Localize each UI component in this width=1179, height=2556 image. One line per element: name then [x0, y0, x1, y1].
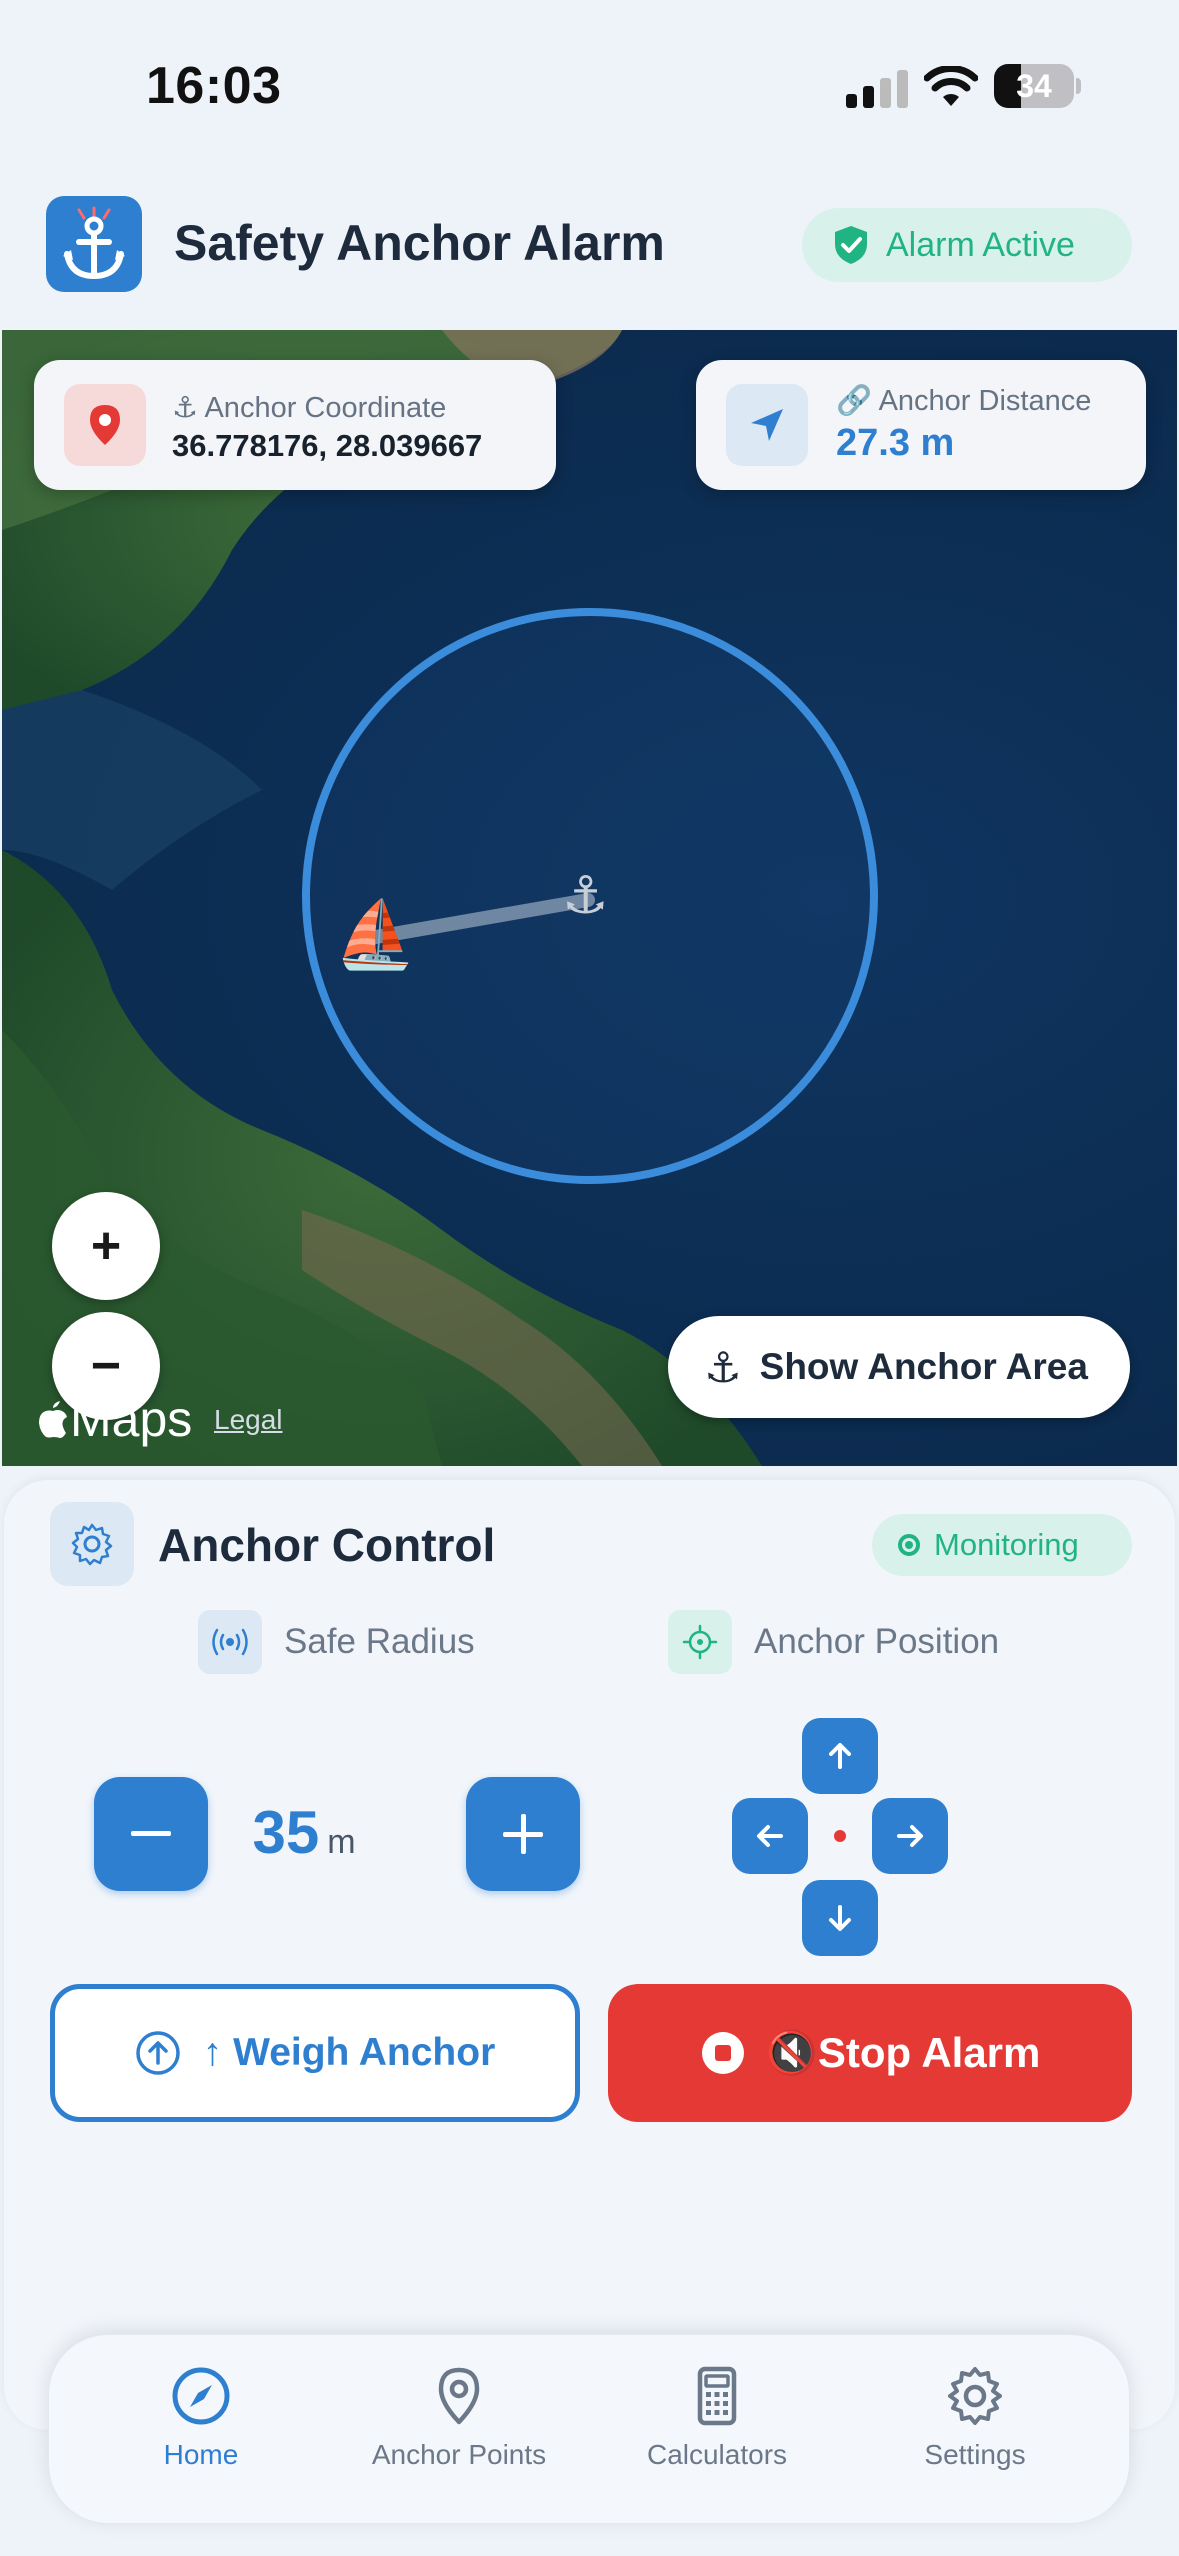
panel-title: Anchor Control	[158, 1519, 496, 1571]
anchor-small-icon: ⚓	[172, 392, 205, 424]
compass-icon	[172, 2367, 230, 2425]
radius-unit: m	[327, 1823, 356, 1861]
plus-icon	[503, 1814, 543, 1854]
safe-radius-label: Safe Radius	[284, 1622, 475, 1661]
alarm-status-badge: Alarm Active	[802, 208, 1132, 282]
anchor-control-panel: Anchor Control Monitoring Safe Radius An…	[4, 1480, 1175, 2430]
anchor-position-dot	[834, 1830, 846, 1842]
move-anchor-down-button[interactable]	[802, 1880, 878, 1956]
minus-icon	[131, 1831, 171, 1836]
safe-radius-header: Safe Radius	[198, 1610, 475, 1674]
broadcast-icon	[198, 1610, 262, 1674]
radius-value: 35	[252, 1799, 320, 1866]
crosshair-icon	[668, 1610, 732, 1674]
zoom-in-button[interactable]: +	[52, 1192, 160, 1300]
stop-alarm-label: 🔇Stop Alarm	[765, 2028, 1041, 2076]
arrow-down-icon	[829, 1905, 851, 1931]
anchor-coordinate-card: ⚓ Anchor Coordinate 36.778176, 28.039667	[34, 360, 556, 490]
maps-brand-text: Maps	[70, 1391, 193, 1447]
show-anchor-area-button[interactable]: ⚓ Show Anchor Area	[668, 1316, 1130, 1418]
legal-link[interactable]: Legal	[214, 1404, 283, 1436]
anchor-marker-icon: ⚓	[562, 867, 609, 925]
stop-circle-icon	[701, 2032, 744, 2074]
battery-level: 34	[1016, 68, 1052, 104]
map-view[interactable]: ⚓ ⛵ ⚓ Anchor Coordinate 36.778176, 28.03…	[2, 330, 1177, 1466]
tab-home[interactable]: Home	[81, 2365, 321, 2495]
monitoring-status-badge: Monitoring	[872, 1514, 1132, 1576]
wifi-icon	[924, 66, 978, 106]
alarm-status-label: Alarm Active	[886, 225, 1075, 264]
anchor-position-label: Anchor Position	[754, 1622, 1000, 1661]
tab-settings[interactable]: Settings	[855, 2365, 1095, 2495]
increase-radius-button[interactable]	[466, 1777, 580, 1891]
map-pin-icon	[438, 2367, 480, 2425]
apple-icon	[39, 1401, 67, 1438]
arrow-right-icon	[897, 1825, 923, 1847]
stop-alarm-button[interactable]: 🔇Stop Alarm	[608, 1984, 1132, 2122]
monitoring-label: Monitoring	[934, 1527, 1079, 1562]
app-title: Safety Anchor Alarm	[174, 215, 665, 271]
tab-calculators-label: Calculators	[646, 2439, 788, 2470]
cellular-signal-icon	[846, 70, 908, 108]
coordinate-label: Anchor Coordinate	[204, 392, 447, 424]
location-pin-icon	[64, 384, 146, 466]
coordinate-value: 36.778176, 28.039667	[172, 428, 483, 463]
bottom-tab-bar: Home Anchor Points Calculators Settings	[48, 2334, 1130, 2524]
tab-anchor-points-label: Anchor Points	[371, 2439, 547, 2470]
apple-maps-logo: Maps	[36, 1390, 192, 1448]
gear-icon	[948, 2367, 1002, 2425]
radio-dot-icon	[898, 1534, 920, 1556]
chain-link-icon: 🔗	[836, 385, 879, 417]
navigation-arrow-icon	[726, 384, 808, 466]
arrow-up-circle-icon	[136, 2031, 180, 2075]
tab-home-label: Home	[163, 2439, 239, 2470]
anchor-distance-card: 🔗 Anchor Distance 27.3 m	[696, 360, 1146, 490]
weigh-anchor-button[interactable]: ↑ Weigh Anchor	[50, 1984, 580, 2122]
move-anchor-up-button[interactable]	[802, 1718, 878, 1794]
distance-label: Anchor Distance	[878, 385, 1092, 417]
move-anchor-right-button[interactable]	[872, 1798, 948, 1874]
app-logo-icon	[46, 196, 142, 292]
arrow-left-icon	[757, 1825, 783, 1847]
weigh-anchor-label: ↑ Weigh Anchor	[202, 2031, 496, 2074]
battery-icon: 34	[994, 64, 1081, 108]
show-anchor-area-label: Show Anchor Area	[759, 1346, 1088, 1387]
app-header: Safety Anchor Alarm Alarm Active	[0, 190, 1179, 330]
status-time: 16:03	[146, 57, 282, 115]
shield-check-icon	[835, 226, 867, 264]
gear-icon	[50, 1502, 134, 1586]
radius-value-display: 35 m	[184, 1798, 424, 1867]
tab-settings-label: Settings	[924, 2439, 1026, 2470]
status-bar: 16:03 34	[0, 0, 1179, 160]
distance-value: 27.3 m	[836, 422, 955, 464]
tab-calculators[interactable]: Calculators	[597, 2365, 837, 2495]
boat-marker-icon: ⛵	[334, 897, 417, 971]
tab-anchor-points[interactable]: Anchor Points	[339, 2365, 579, 2495]
arrow-up-icon	[829, 1743, 851, 1769]
calculator-icon	[697, 2366, 737, 2426]
anchor-position-header: Anchor Position	[668, 1610, 999, 1674]
anchor-icon: ⚓	[704, 1343, 742, 1391]
move-anchor-left-button[interactable]	[732, 1798, 808, 1874]
